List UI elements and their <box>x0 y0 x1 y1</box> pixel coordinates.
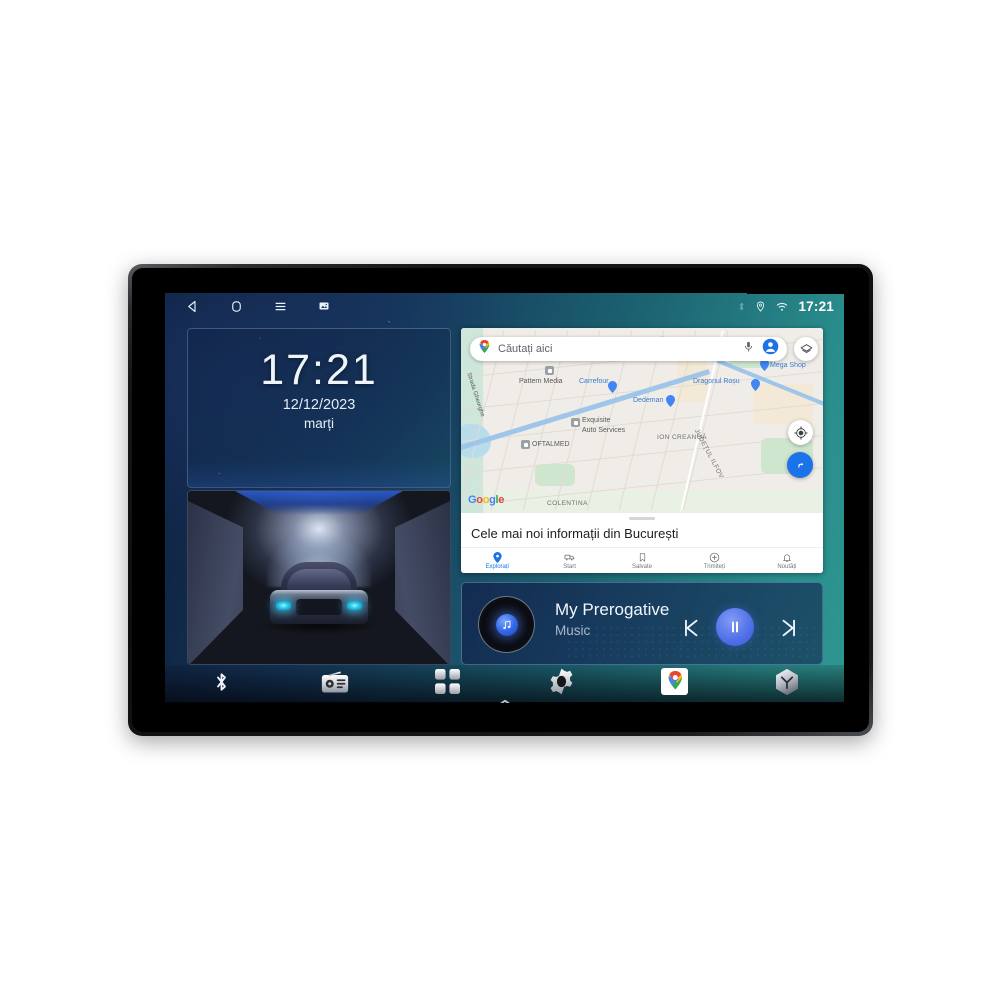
car-headlight-right <box>347 601 362 610</box>
device-screen-bezel: 17:21 17:21 12/12/2023 marți Căutați aic… <box>132 268 869 732</box>
map-headline: Cele mai noi informații din București <box>471 525 679 541</box>
my-location-icon[interactable] <box>788 420 813 445</box>
wifi-icon <box>775 300 789 313</box>
track-subtitle: Music <box>555 623 591 638</box>
clock-widget-weekday: marți <box>304 416 334 431</box>
map-poi-pin[interactable] <box>751 378 760 391</box>
play-pause-button[interactable] <box>716 608 754 646</box>
map-label: Auto Services <box>582 427 626 434</box>
car-grille <box>296 599 342 615</box>
map-poi-pin[interactable] <box>608 380 617 393</box>
bluetooth-icon <box>211 669 232 700</box>
map-tab-explore[interactable]: Explorați <box>461 548 533 573</box>
chevron-up-icon[interactable] <box>494 695 516 703</box>
map-label: Carrefour <box>579 378 609 385</box>
map-park-1 <box>535 464 575 486</box>
clock-widget-glow <box>188 461 450 487</box>
clock-widget[interactable]: 17:21 12/12/2023 marți <box>187 328 451 488</box>
google-logo-letter: e <box>498 494 505 506</box>
map-search-placeholder: Căutați aici <box>498 343 553 355</box>
map-canvas[interactable]: Căutați aici Pattern Media Carrefour Dra… <box>461 328 823 513</box>
map-poi-marker[interactable] <box>571 418 580 427</box>
map-grid-line <box>461 467 823 506</box>
map-poi-marker[interactable] <box>521 440 530 449</box>
google-maps-icon <box>660 668 688 700</box>
next-track-button[interactable] <box>776 615 802 641</box>
map-tab-start[interactable]: Start <box>533 548 605 573</box>
map-label: Pattern Media <box>519 378 563 385</box>
map-label: Dedeman <box>633 397 664 404</box>
dock-settings[interactable] <box>505 665 618 703</box>
radio-icon <box>321 670 349 699</box>
album-center-label <box>495 613 518 636</box>
car-illustration <box>270 562 368 628</box>
clock-widget-date: 12/12/2023 <box>282 397 356 413</box>
map-label: Strada Gheorghe <box>465 372 486 418</box>
map-label: Mega Shop <box>770 362 806 369</box>
status-icons: 17:21 <box>737 299 834 314</box>
map-bottom-sheet[interactable]: Cele mai noi informații din București Ex… <box>461 513 823 573</box>
cube-icon <box>774 668 800 701</box>
home-icon[interactable] <box>221 293 251 319</box>
dock-maps[interactable] <box>618 665 731 703</box>
map-tab-label: Explorați <box>485 563 509 570</box>
status-bar-clock: 17:21 <box>798 298 834 314</box>
map-tab-label: Salvate <box>632 563 653 570</box>
previous-track-button[interactable] <box>678 615 704 641</box>
google-maps-pin-icon <box>478 339 491 359</box>
account-avatar-icon[interactable] <box>762 338 779 360</box>
map-tab-contribute[interactable]: Trimiteți <box>678 548 750 573</box>
menu-icon[interactable] <box>265 293 295 319</box>
map-tab-bar: Explorați Start Salvate Trimiteți Noutăț… <box>461 547 823 573</box>
map-tab-label: Start <box>563 563 576 570</box>
dock-apps[interactable] <box>391 665 504 703</box>
google-logo: Google <box>468 494 504 506</box>
app-grid-icon <box>435 669 461 699</box>
dock-radio[interactable] <box>278 665 391 703</box>
clock-widget-time: 17:21 <box>260 346 378 394</box>
microphone-icon[interactable] <box>743 340 754 358</box>
layers-icon[interactable] <box>794 337 818 361</box>
head-unit-device: 17:21 17:21 12/12/2023 marți Căutați aic… <box>128 264 873 736</box>
map-tab-saved[interactable]: Salvate <box>606 548 678 573</box>
track-title: My Prerogative <box>555 600 670 619</box>
google-maps-widget[interactable]: Căutați aici Pattern Media Carrefour Dra… <box>461 328 823 573</box>
map-tab-updates[interactable]: Noutăți <box>751 548 823 573</box>
car-tunnel-widget[interactable] <box>187 490 451 665</box>
location-icon <box>755 300 766 313</box>
map-label: OFTALMED <box>532 441 570 448</box>
bluetooth-icon <box>737 300 746 313</box>
dock-bluetooth[interactable] <box>165 665 278 703</box>
status-bar: 17:21 <box>165 293 844 319</box>
directions-icon[interactable] <box>787 452 813 478</box>
map-label: Exquisite <box>582 417 611 424</box>
android-home-screen: 17:21 17:21 12/12/2023 marți Căutați aic… <box>165 293 844 703</box>
car-headlight-left <box>276 601 291 610</box>
car-windshield <box>287 569 351 592</box>
map-label: Dragonul Roșu <box>693 378 740 385</box>
music-player-widget[interactable]: My Prerogative Music <box>461 582 823 665</box>
screenshot-icon[interactable] <box>309 293 339 319</box>
map-poi-pin[interactable] <box>666 394 675 407</box>
map-tab-label: Trimiteți <box>703 563 725 570</box>
car-front <box>270 590 368 624</box>
gear-icon <box>548 668 575 700</box>
navigation-buttons <box>177 293 339 319</box>
map-search-input[interactable]: Căutați aici <box>470 337 787 361</box>
map-label: COLENTINA <box>547 500 588 507</box>
back-icon[interactable] <box>177 293 207 319</box>
vinyl-record-icon[interactable] <box>478 596 535 653</box>
bezel-corner-wedge <box>747 268 869 294</box>
dock-cube[interactable] <box>731 665 844 703</box>
map-tab-label: Noutăți <box>777 563 797 570</box>
map-poi-marker[interactable] <box>545 366 554 375</box>
